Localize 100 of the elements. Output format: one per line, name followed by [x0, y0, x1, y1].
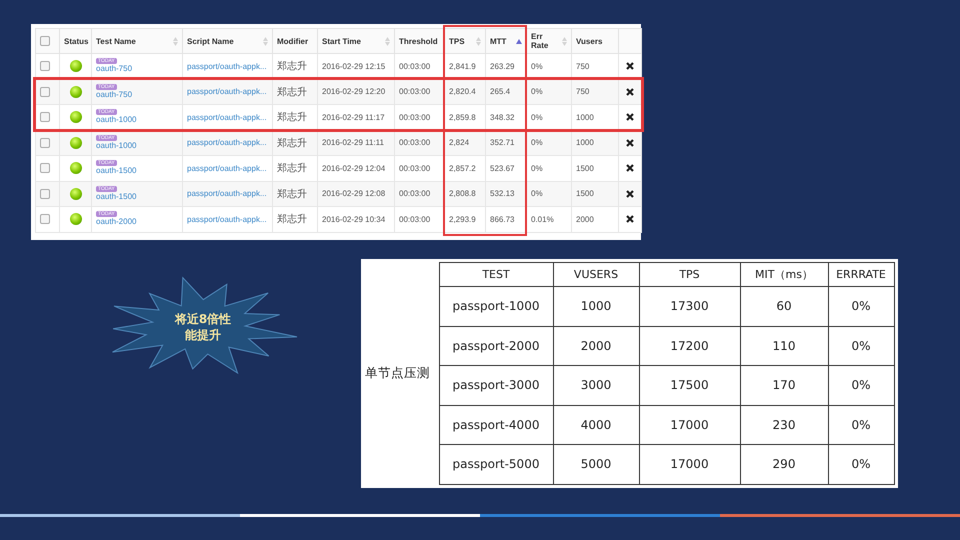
- test-name-link[interactable]: oauth-1000: [96, 140, 136, 151]
- sort-icon[interactable]: [173, 36, 178, 46]
- table-cell: 60: [776, 299, 792, 314]
- column-header: ERRRATE: [836, 268, 886, 281]
- tps-cell: 2,808.8: [449, 189, 476, 198]
- sort-icon[interactable]: [263, 36, 268, 46]
- table-cell: 230: [772, 418, 796, 432]
- delete-icon[interactable]: [626, 190, 634, 198]
- test-name-link[interactable]: oauth-2000: [96, 217, 136, 228]
- modifier-cell: 郑志升: [277, 214, 307, 226]
- start-time-cell: 2016-02-29 10:34: [322, 214, 386, 224]
- table-cell: passport-5000: [452, 457, 540, 472]
- tps-cell: 2,824: [449, 138, 470, 148]
- modifier-cell: 郑志升: [277, 138, 307, 149]
- test-name-link[interactable]: oauth-1500: [96, 192, 136, 202]
- tps-cell: 2,859.8: [449, 112, 476, 122]
- test-name-link[interactable]: oauth-750: [96, 64, 132, 74]
- test-name-link[interactable]: oauth-1000: [96, 115, 136, 126]
- row-checkbox[interactable]: [40, 86, 50, 97]
- vusers-cell: 2000: [576, 214, 594, 224]
- delete-icon[interactable]: [626, 215, 634, 224]
- threshold-cell: 00:03:00: [399, 189, 430, 198]
- table-cell: 17000: [670, 418, 709, 432]
- callout-text: 将近8倍性 能提升: [174, 311, 232, 343]
- modifier-cell: 郑志升: [277, 61, 307, 72]
- start-time-cell: 2016-02-29 11:17: [322, 112, 385, 122]
- column-header[interactable]: Script Name: [187, 36, 234, 46]
- modifier-cell: 郑志升: [277, 163, 307, 174]
- table-cell: 17300: [670, 299, 709, 314]
- tps-cell: 2,857.2: [449, 164, 476, 173]
- table-cell: 0%: [851, 378, 871, 392]
- vusers-cell: 1500: [576, 164, 594, 173]
- table-cell: 17500: [670, 378, 709, 392]
- table-cell: 110: [772, 338, 796, 353]
- vusers-cell: 1000: [576, 138, 594, 148]
- threshold-cell: 00:03:00: [399, 138, 430, 148]
- vusers-cell: 750: [576, 62, 590, 71]
- row-checkbox[interactable]: [40, 214, 50, 224]
- err-rate-cell: 0%: [531, 87, 543, 96]
- table-cell: passport-2000: [452, 338, 540, 353]
- start-time-cell: 2016-02-29 12:08: [322, 189, 386, 198]
- row-checkbox[interactable]: [40, 163, 50, 174]
- column-header[interactable]: Test Name: [96, 36, 136, 46]
- test-name-link[interactable]: oauth-1500: [96, 166, 136, 176]
- mtt-cell: 263.29: [490, 62, 514, 71]
- delete-icon[interactable]: [626, 88, 634, 96]
- sort-icon[interactable]: [562, 36, 567, 46]
- row-checkbox[interactable]: [40, 188, 50, 199]
- row-checkbox[interactable]: [40, 138, 50, 148]
- mtt-cell: 866.73: [490, 214, 514, 224]
- table-cell: 17000: [670, 457, 709, 472]
- table-cell: 17200: [670, 338, 709, 353]
- mtt-cell: 348.32: [490, 112, 514, 122]
- start-time-cell: 2016-02-29 11:11: [322, 138, 384, 148]
- table-cell: 170: [772, 378, 796, 392]
- threshold-cell: 00:03:00: [399, 164, 430, 173]
- delete-icon[interactable]: [626, 113, 634, 122]
- test-name-link[interactable]: oauth-750: [96, 90, 132, 100]
- vusers-cell: 1500: [576, 189, 594, 198]
- sort-ascending-icon[interactable]: [516, 38, 522, 44]
- delete-icon[interactable]: [626, 164, 634, 172]
- mtt-cell: 265.4: [490, 87, 510, 96]
- column-header: VUSERS: [574, 268, 618, 281]
- tps-cell: 2,841.9: [449, 62, 476, 71]
- threshold-cell: 00:03:00: [399, 112, 430, 122]
- table-cell: 0%: [851, 457, 871, 472]
- row-checkbox[interactable]: [40, 112, 50, 122]
- delete-icon[interactable]: [626, 138, 634, 147]
- sort-icon[interactable]: [385, 36, 390, 46]
- select-all-checkbox[interactable]: [40, 36, 50, 46]
- modifier-cell: 郑志升: [277, 86, 307, 98]
- err-rate-cell: 0%: [531, 112, 543, 122]
- column-header[interactable]: TPS: [449, 36, 465, 46]
- threshold-cell: 00:03:00: [399, 214, 430, 224]
- err-rate-cell: 0%: [531, 62, 543, 71]
- table-cell: passport-3000: [452, 378, 540, 392]
- column-header[interactable]: Start Time: [322, 36, 361, 46]
- tps-cell: 2,293.9: [449, 214, 476, 224]
- column-header[interactable]: MTT: [490, 36, 506, 46]
- row-checkbox[interactable]: [40, 61, 50, 72]
- column-header: TPS: [679, 268, 700, 281]
- table-cell: 1000: [580, 299, 612, 314]
- table-cell: 290: [772, 457, 796, 472]
- table-cell: 0%: [851, 338, 871, 353]
- mtt-cell: 532.13: [490, 189, 514, 198]
- start-time-cell: 2016-02-29 12:20: [322, 87, 386, 96]
- sort-icon[interactable]: [476, 36, 481, 46]
- modifier-cell: 郑志升: [277, 188, 307, 200]
- modifier-cell: 郑志升: [277, 112, 307, 124]
- err-rate-cell: 0%: [531, 189, 543, 198]
- vusers-cell: 750: [576, 87, 590, 96]
- table-cell: 0%: [851, 418, 871, 432]
- table-cell: 2000: [580, 338, 612, 353]
- column-header: MIT（ms）: [755, 268, 813, 281]
- threshold-cell: 00:03:00: [399, 87, 430, 96]
- vusers-cell: 1000: [576, 112, 594, 122]
- err-rate-cell: 0%: [531, 164, 543, 173]
- table-cell: passport-1000: [452, 299, 540, 314]
- start-time-cell: 2016-02-29 12:04: [322, 164, 386, 173]
- delete-icon[interactable]: [626, 62, 634, 70]
